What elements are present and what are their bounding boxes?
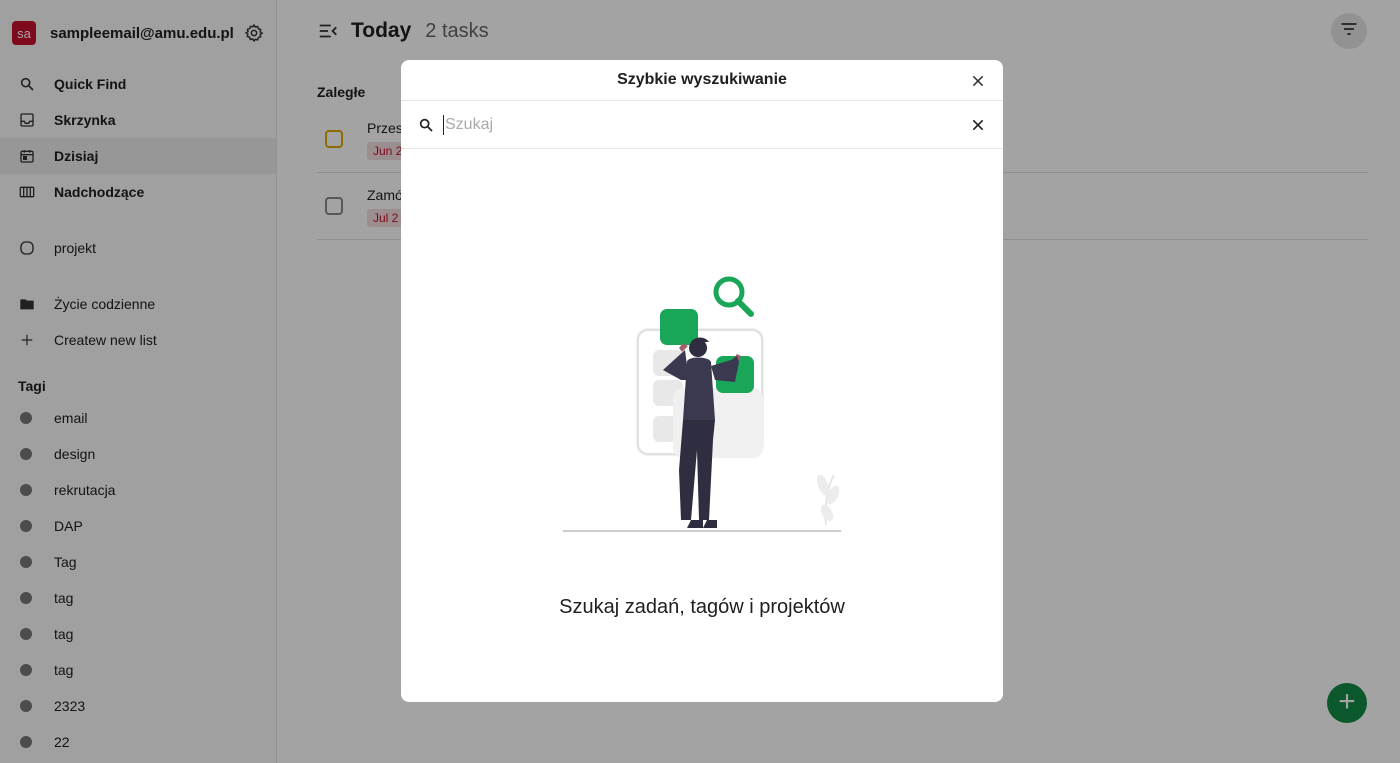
empty-state-hint: Szukaj zadań, tagów i projektów [559,596,845,618]
modal-title: Szybkie wyszukiwanie [617,71,787,88]
search-row [401,101,1003,149]
clear-search-icon[interactable] [969,116,987,134]
modal-header: Szybkie wyszukiwanie [401,60,1003,101]
close-icon[interactable] [969,72,987,90]
search-icon [417,116,435,134]
search-input[interactable] [443,114,961,135]
quick-search-modal: Szybkie wyszukiwanie Szukaj Szukaj zadań… [401,60,1003,702]
search-illustration [563,276,841,532]
